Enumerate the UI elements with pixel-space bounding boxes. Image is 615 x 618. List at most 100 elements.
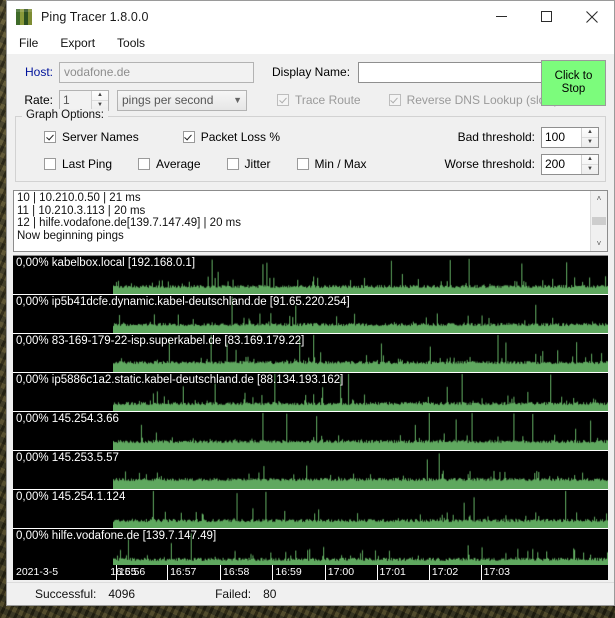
worse-threshold-down-icon[interactable]: ▼	[582, 165, 598, 174]
bad-threshold-stepper-buttons[interactable]: ▲ ▼	[581, 127, 598, 147]
worse-threshold-value: 200	[545, 157, 566, 171]
failed-value: 80	[263, 587, 277, 601]
menu-item-file[interactable]: File	[17, 35, 40, 51]
timeline-tick: 17:00	[324, 565, 354, 580]
checkbox-last-ping[interactable]: Last Ping	[44, 157, 112, 171]
checkbox-average[interactable]: Average	[138, 157, 201, 171]
rate-stepper-buttons[interactable]: ▲ ▼	[91, 90, 108, 110]
checkbox-jitter[interactable]: Jitter	[226, 157, 271, 171]
timeline-tick: 17:01	[376, 565, 406, 580]
ping-graph-row[interactable]: 0,00% ip5886c1a2.static.kabel-deutschlan…	[13, 373, 608, 412]
window-controls	[479, 1, 614, 32]
checkbox-server-names-label: Server Names	[62, 130, 139, 144]
bad-threshold-stepper[interactable]: 100 ▲ ▼	[541, 126, 599, 148]
ping-graph-canvas	[113, 490, 608, 528]
worse-threshold-stepper[interactable]: 200 ▲ ▼	[541, 153, 599, 175]
rate-stepper[interactable]: 1 ▲ ▼	[59, 89, 109, 111]
checkbox-min-max[interactable]: Min / Max	[296, 157, 367, 171]
ping-graph-canvas	[113, 451, 608, 489]
start-stop-button[interactable]: Click to Stop	[541, 60, 606, 106]
worse-threshold-stepper-buttons[interactable]: ▲ ▼	[581, 154, 598, 174]
rate-unit-value: pings per second	[122, 93, 214, 107]
log-scrollbar[interactable]: ˄ ˅	[590, 191, 607, 251]
reverse-dns-checkbox[interactable]: Reverse DNS Lookup (slow)	[388, 93, 558, 107]
rate-value: 1	[63, 93, 70, 107]
group-divider	[78, 116, 605, 117]
timeline-tick: 17:02	[428, 565, 458, 580]
start-stop-button-line2: Stop	[561, 83, 586, 95]
graph-options-title: Graph Options:	[22, 109, 108, 121]
timeline-tick: 16:58	[220, 565, 249, 580]
ping-graph-label: 0,00% 83-169-179-22-isp.superkabel.de [8…	[16, 335, 305, 347]
menu-bar: File Export Tools	[7, 32, 614, 54]
host-input[interactable]: vodafone.de	[59, 61, 254, 83]
checkbox-server-names[interactable]: Server Names	[44, 130, 139, 144]
reverse-dns-checkbox-box	[388, 94, 401, 106]
graph-options-row-2: Last Ping Average Jitter Min / Max Worse…	[22, 153, 599, 175]
rate-unit-select[interactable]: pings per second ▼	[117, 89, 247, 111]
close-icon[interactable]	[569, 1, 614, 32]
scroll-up-icon[interactable]: ˄	[591, 191, 607, 206]
checkbox-average-box	[138, 158, 151, 170]
display-name-label: Display Name:	[272, 65, 351, 79]
worse-threshold-up-icon[interactable]: ▲	[582, 155, 598, 165]
timeline-tick: 16:57	[167, 565, 196, 580]
settings-panel: Host: vodafone.de Display Name: Rate: 1 …	[7, 54, 614, 186]
checkbox-server-names-box	[44, 131, 56, 143]
ping-graph-row[interactable]: 0,00% 83-169-179-22-isp.superkabel.de [8…	[13, 334, 608, 373]
ping-graph-row[interactable]: 0,00% ip5b41dcfe.dynamic.kabel-deutschla…	[13, 295, 608, 334]
log-line: 10 | 10.210.0.50 | 21 ms	[17, 192, 141, 204]
scroll-down-icon[interactable]: ˅	[591, 236, 607, 251]
bad-threshold-down-icon[interactable]: ▼	[582, 138, 598, 147]
worse-threshold-group: Worse threshold: 200 ▲ ▼	[445, 153, 599, 175]
failed-label: Failed:	[215, 587, 252, 601]
rate-up-icon[interactable]: ▲	[92, 91, 108, 101]
host-label: Host:	[24, 65, 53, 79]
ping-tracer-window: Ping Tracer 1.8.0.0 File Export Tools Ho…	[6, 0, 615, 606]
log-panel[interactable]: 10 | 10.210.0.50 | 21 ms 11 | 10.210.3.1…	[13, 190, 608, 252]
ping-graph-row[interactable]: 0,00% hilfe.vodafone.de [139.7.147.49]	[13, 529, 608, 565]
rate-label: Rate:	[24, 93, 53, 107]
log-text: 10 | 10.210.0.50 | 21 ms 11 | 10.210.3.1…	[14, 191, 590, 251]
ping-graph-row[interactable]: 0,00% 145.253.5.57	[13, 451, 608, 490]
bad-threshold-group: Bad threshold: 100 ▲ ▼	[457, 126, 599, 148]
checkbox-jitter-box	[226, 158, 239, 170]
ping-graph-list: 0,00% kabelbox.local [192.168.0.1] 0,00% …	[13, 255, 608, 565]
ping-graph-label: 0,00% ip5886c1a2.static.kabel-deutschlan…	[16, 374, 344, 386]
host-row: Host: vodafone.de Display Name:	[15, 60, 606, 84]
reverse-dns-label: Reverse DNS Lookup (slow)	[406, 93, 558, 107]
trace-route-checkbox-box	[277, 94, 289, 106]
status-bar: Successful: 4096 Failed: 80	[7, 582, 614, 605]
scrollbar-thumb[interactable]	[592, 217, 606, 225]
checkbox-packet-loss[interactable]: Packet Loss %	[182, 130, 280, 144]
checkbox-min-max-label: Min / Max	[314, 157, 367, 171]
start-stop-button-line1: Click to	[554, 70, 593, 82]
successful-label: Successful:	[35, 587, 97, 601]
ping-graph-label: 0,00% hilfe.vodafone.de [139.7.147.49]	[16, 530, 217, 542]
checkbox-average-label: Average	[156, 157, 201, 171]
ping-graph-row[interactable]: 0,00% kabelbox.local [192.168.0.1]	[13, 256, 608, 295]
graph-options-group: Graph Options: Server Names Packet Loss …	[15, 109, 606, 182]
timeline-date: 2021-3-5	[16, 566, 59, 578]
ping-graph-label: 0,00% ip5b41dcfe.dynamic.kabel-deutschla…	[16, 296, 350, 308]
maximize-icon[interactable]	[524, 1, 569, 32]
log-line: Now beginning pings	[17, 229, 124, 242]
timeline-tick: 17:03	[480, 565, 510, 580]
display-name-input[interactable]	[358, 61, 559, 83]
timeline-tick: 16:59	[272, 565, 302, 580]
menu-item-tools[interactable]: Tools	[115, 35, 147, 51]
menu-item-export[interactable]: Export	[58, 35, 97, 51]
ping-graph-row[interactable]: 0,00% 145.254.1.124	[13, 490, 608, 529]
successful-value: 4096	[108, 587, 136, 601]
trace-route-checkbox[interactable]: Trace Route	[277, 93, 361, 107]
minimize-icon[interactable]	[479, 1, 524, 32]
ping-graph-row[interactable]: 0,00% 145.254.3.66	[13, 412, 608, 451]
bad-threshold-up-icon[interactable]: ▲	[582, 128, 598, 138]
log-line: 12 | hilfe.vodafone.de[139.7.147.49] | 2…	[17, 217, 241, 229]
title-bar: Ping Tracer 1.8.0.0	[7, 1, 614, 32]
window-title: Ping Tracer 1.8.0.0	[41, 9, 149, 24]
app-icon	[16, 8, 32, 25]
bad-threshold-label: Bad threshold:	[457, 130, 535, 144]
scrollbar-track[interactable]	[591, 206, 607, 236]
trace-route-label: Trace Route	[295, 93, 361, 107]
